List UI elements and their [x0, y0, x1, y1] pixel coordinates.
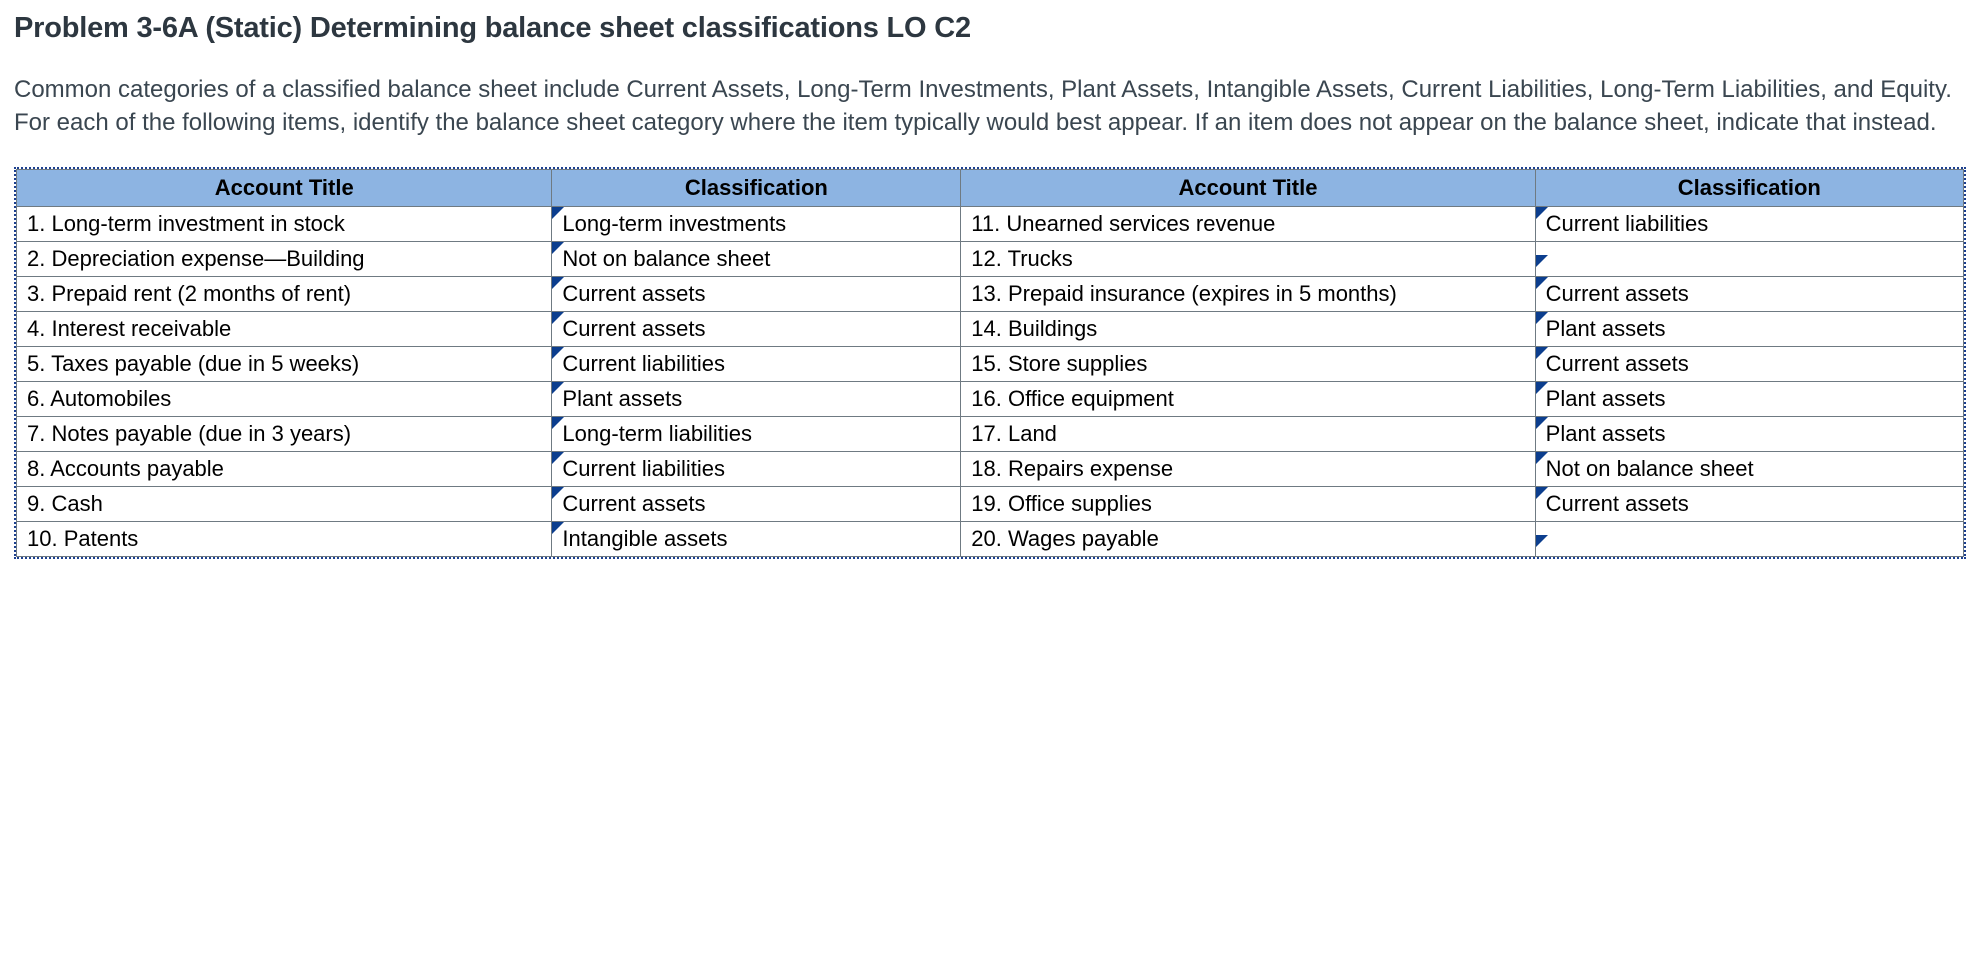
classification-dropdown[interactable]: Current assets — [552, 312, 961, 347]
answer-table-frame: Account Title Classification Account Tit… — [14, 167, 1966, 559]
classification-dropdown[interactable]: Current liabilities — [1535, 207, 1963, 242]
header-account-title-left: Account Title — [17, 170, 552, 207]
classification-dropdown[interactable] — [1535, 242, 1963, 277]
table-header-row: Account Title Classification Account Tit… — [17, 170, 1964, 207]
account-title-cell: 3. Prepaid rent (2 months of rent) — [17, 277, 552, 312]
classification-dropdown[interactable]: Plant assets — [552, 382, 961, 417]
classification-dropdown[interactable]: Not on balance sheet — [1535, 452, 1963, 487]
classification-dropdown[interactable]: Current assets — [1535, 277, 1963, 312]
classification-dropdown[interactable]: Current assets — [552, 487, 961, 522]
classification-dropdown[interactable]: Not on balance sheet — [552, 242, 961, 277]
table-row: 6. Automobiles Plant assets 16. Office e… — [17, 382, 1964, 417]
account-title-cell: 10. Patents — [17, 522, 552, 557]
account-title-cell: 15. Store supplies — [961, 347, 1535, 382]
table-row: 3. Prepaid rent (2 months of rent) Curre… — [17, 277, 1964, 312]
table-row: 4. Interest receivable Current assets 14… — [17, 312, 1964, 347]
classification-dropdown[interactable]: Current assets — [1535, 347, 1963, 382]
account-title-cell: 16. Office equipment — [961, 382, 1535, 417]
table-row: 5. Taxes payable (due in 5 weeks) Curren… — [17, 347, 1964, 382]
table-row: 10. Patents Intangible assets 20. Wages … — [17, 522, 1964, 557]
account-title-cell: 2. Depreciation expense—Building — [17, 242, 552, 277]
account-title-cell: 8. Accounts payable — [17, 452, 552, 487]
table-row: 9. Cash Current assets 19. Office suppli… — [17, 487, 1964, 522]
table-row: 8. Accounts payable Current liabilities … — [17, 452, 1964, 487]
page-title: Problem 3-6A (Static) Determining balanc… — [14, 12, 1966, 45]
account-title-cell: 4. Interest receivable — [17, 312, 552, 347]
account-title-cell: 9. Cash — [17, 487, 552, 522]
classification-dropdown[interactable]: Plant assets — [1535, 382, 1963, 417]
table-row: 7. Notes payable (due in 3 years) Long-t… — [17, 417, 1964, 452]
account-title-cell: 5. Taxes payable (due in 5 weeks) — [17, 347, 552, 382]
header-classification-left: Classification — [552, 170, 961, 207]
table-row: 1. Long-term investment in stock Long-te… — [17, 207, 1964, 242]
account-title-cell: 7. Notes payable (due in 3 years) — [17, 417, 552, 452]
classification-table: Account Title Classification Account Tit… — [16, 169, 1964, 557]
classification-dropdown[interactable]: Intangible assets — [552, 522, 961, 557]
classification-dropdown[interactable]: Plant assets — [1535, 417, 1963, 452]
classification-dropdown[interactable]: Current liabilities — [552, 452, 961, 487]
classification-dropdown[interactable] — [1535, 522, 1963, 557]
account-title-cell: 12. Trucks — [961, 242, 1535, 277]
header-account-title-right: Account Title — [961, 170, 1535, 207]
table-row: 2. Depreciation expense—Building Not on … — [17, 242, 1964, 277]
account-title-cell: 11. Unearned services revenue — [961, 207, 1535, 242]
account-title-cell: 20. Wages payable — [961, 522, 1535, 557]
classification-dropdown[interactable]: Long-term investments — [552, 207, 961, 242]
account-title-cell: 6. Automobiles — [17, 382, 552, 417]
classification-dropdown[interactable]: Plant assets — [1535, 312, 1963, 347]
instructions-text: Common categories of a classified balanc… — [14, 73, 1966, 139]
account-title-cell: 13. Prepaid insurance (expires in 5 mont… — [961, 277, 1535, 312]
account-title-cell: 18. Repairs expense — [961, 452, 1535, 487]
account-title-cell: 14. Buildings — [961, 312, 1535, 347]
classification-dropdown[interactable]: Current assets — [1535, 487, 1963, 522]
account-title-cell: 1. Long-term investment in stock — [17, 207, 552, 242]
header-classification-right: Classification — [1535, 170, 1963, 207]
account-title-cell: 17. Land — [961, 417, 1535, 452]
classification-dropdown[interactable]: Long-term liabilities — [552, 417, 961, 452]
classification-dropdown[interactable]: Current assets — [552, 277, 961, 312]
classification-dropdown[interactable]: Current liabilities — [552, 347, 961, 382]
account-title-cell: 19. Office supplies — [961, 487, 1535, 522]
